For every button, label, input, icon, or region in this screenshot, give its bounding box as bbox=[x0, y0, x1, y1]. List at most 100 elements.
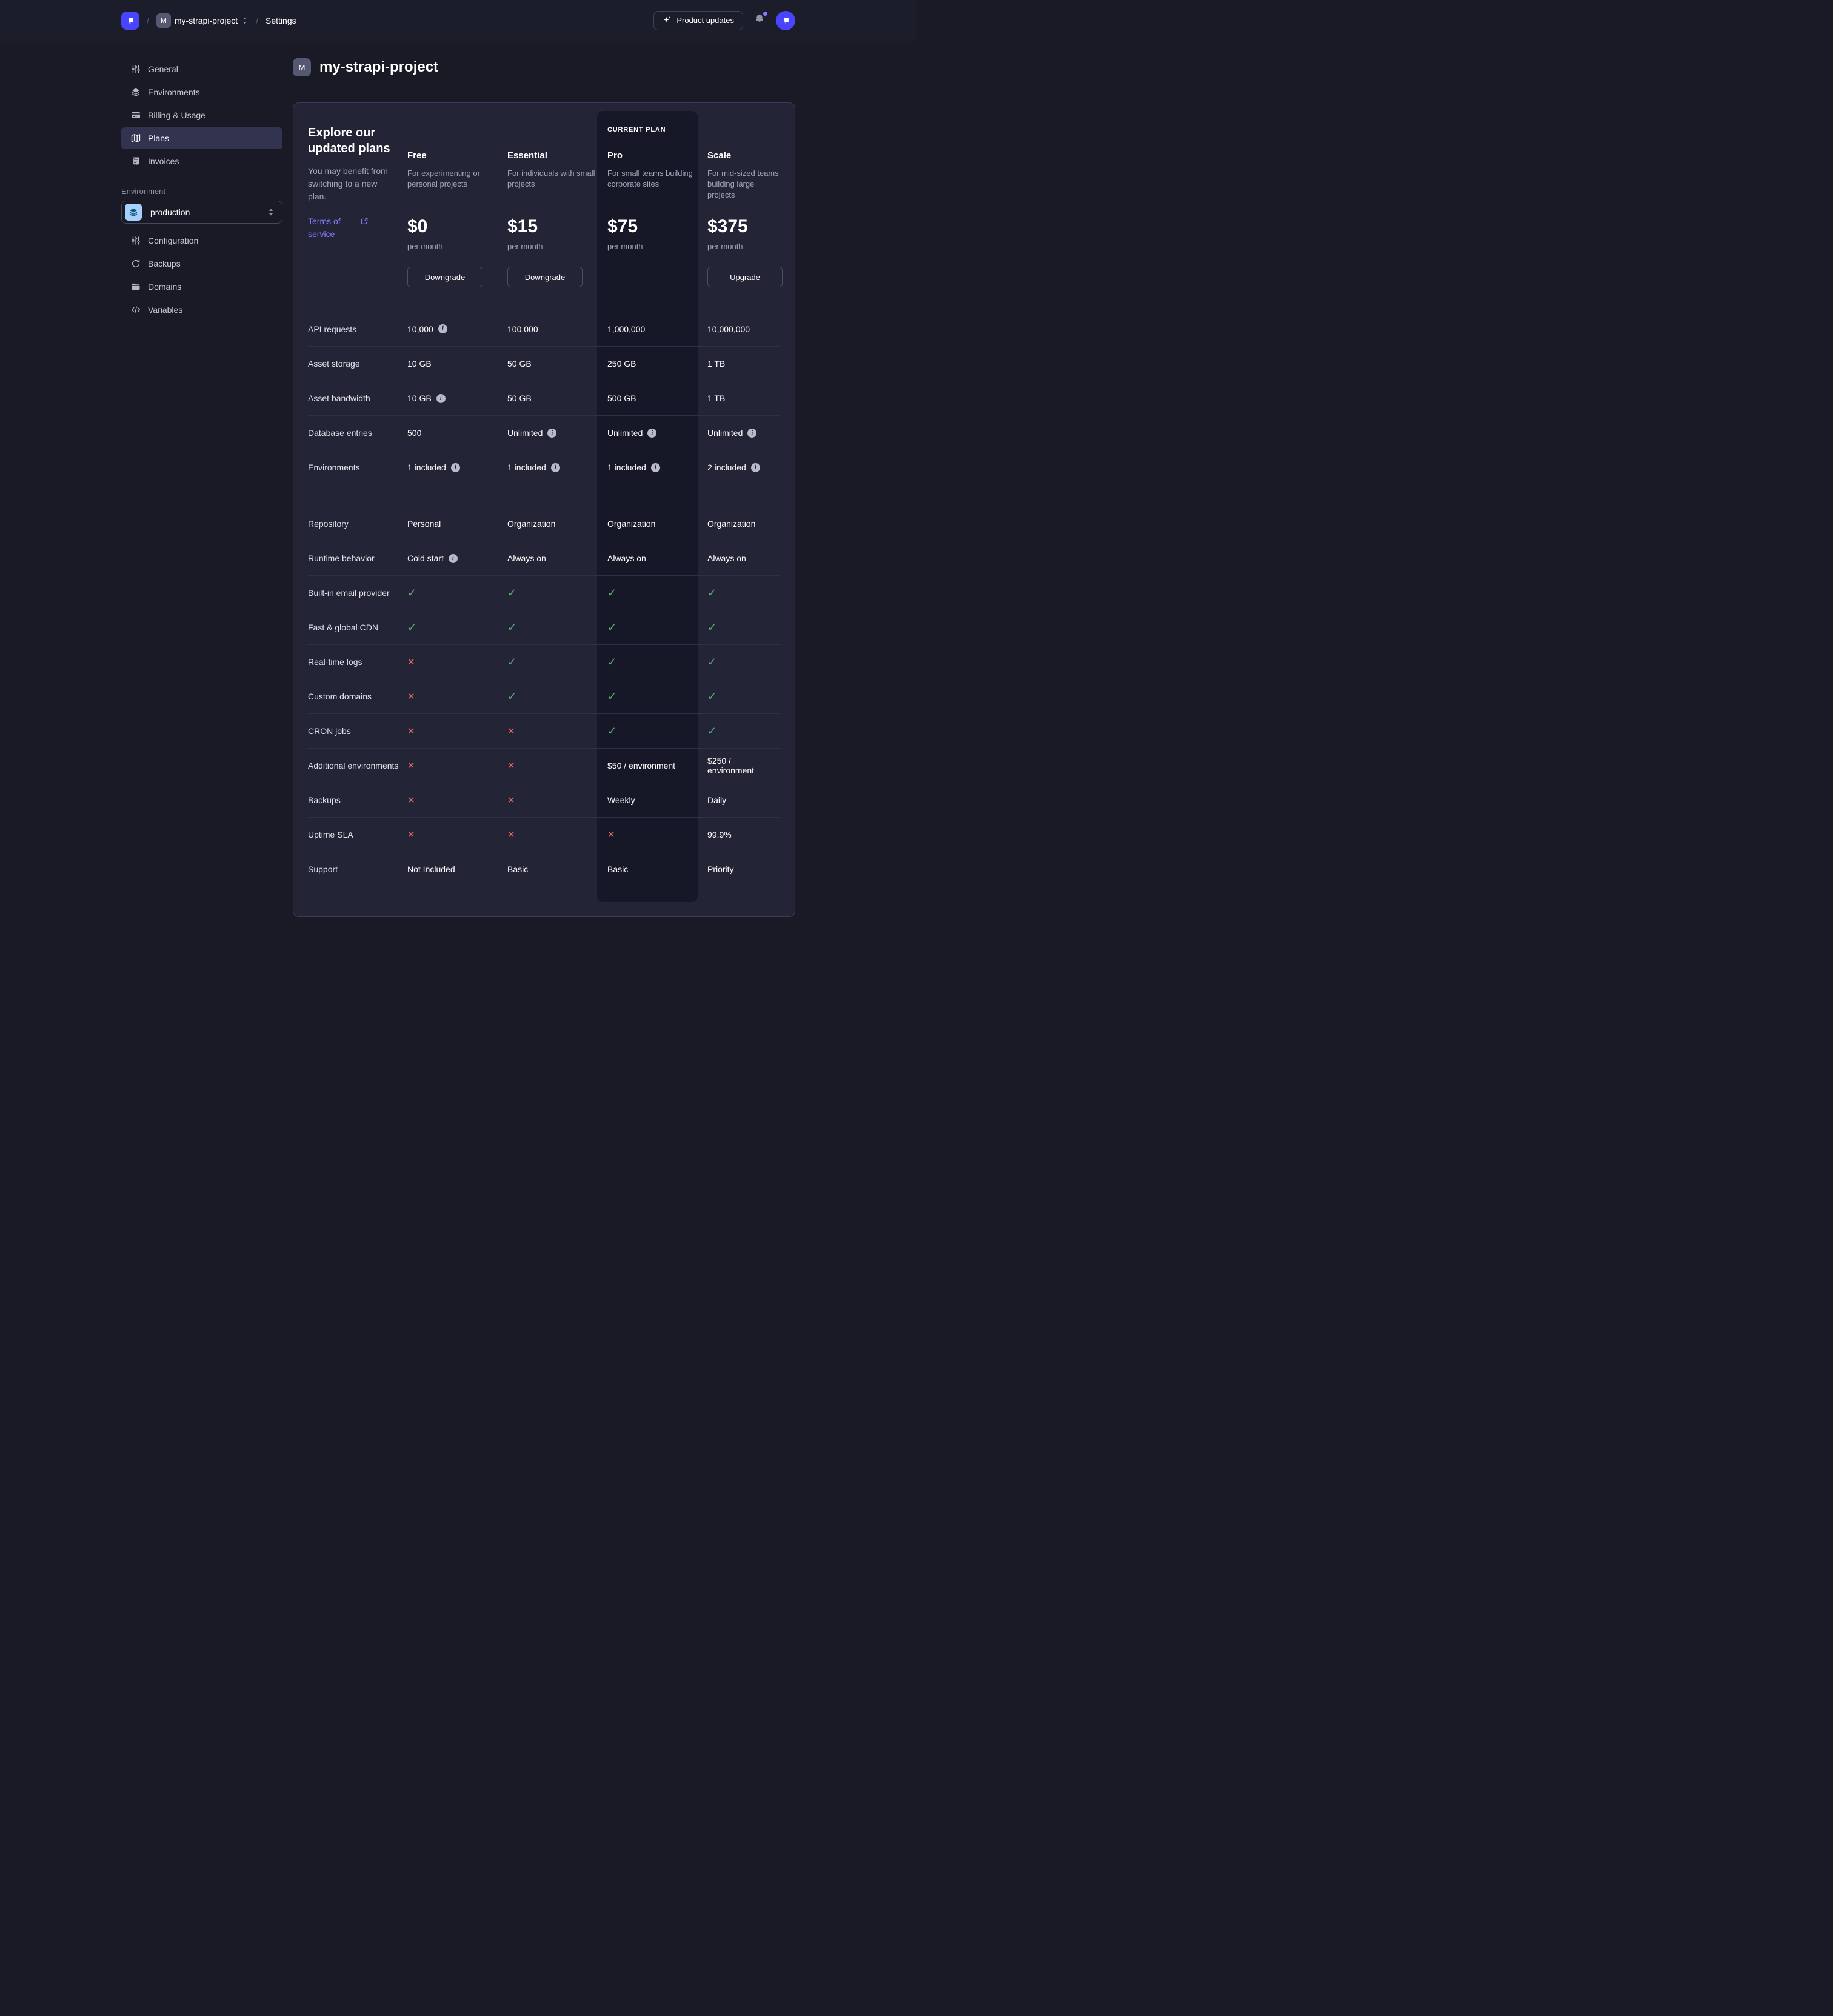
user-avatar[interactable] bbox=[776, 11, 795, 30]
breadcrumb-project-switcher[interactable]: M my-strapi-project bbox=[156, 13, 249, 28]
feature-cell: Unlimitedi bbox=[607, 428, 707, 438]
sidebar-item-variables[interactable]: Variables bbox=[121, 299, 282, 321]
feature-cell: ✕ bbox=[407, 829, 507, 840]
feature-value: $50 / environment bbox=[607, 761, 675, 770]
sidebar-item-backups[interactable]: Backups bbox=[121, 253, 282, 275]
scale-upgrade-button[interactable]: Upgrade bbox=[707, 267, 783, 287]
feature-cell: Always on bbox=[507, 553, 607, 563]
plan-price: $0 bbox=[407, 216, 498, 237]
layers-icon bbox=[131, 87, 141, 97]
info-icon[interactable]: i bbox=[451, 463, 460, 472]
info-icon[interactable]: i bbox=[547, 429, 556, 438]
feature-value: 10,000,000 bbox=[707, 324, 750, 334]
cross-icon: ✕ bbox=[407, 726, 415, 736]
check-icon: ✓ bbox=[607, 725, 616, 738]
check-icon: ✓ bbox=[707, 725, 716, 738]
environment-section-label: Environment bbox=[121, 187, 282, 196]
feature-value: Always on bbox=[507, 553, 546, 563]
plan-column-essential: EssentialFor individuals with small proj… bbox=[507, 125, 607, 287]
feature-cell: Daily bbox=[707, 795, 780, 805]
sidebar-item-domains[interactable]: Domains bbox=[121, 276, 282, 298]
info-icon[interactable]: i bbox=[436, 394, 446, 403]
sidebar-item-invoices[interactable]: Invoices bbox=[121, 150, 282, 172]
check-icon: ✓ bbox=[507, 656, 516, 669]
feature-value: 1 TB bbox=[707, 393, 725, 403]
feature-cell: Organization bbox=[607, 519, 707, 529]
plan-period: per month bbox=[507, 242, 598, 251]
feature-cell: 10 GB bbox=[407, 359, 507, 369]
feature-cell: ✓ bbox=[707, 690, 780, 703]
feature-label: Uptime SLA bbox=[308, 829, 407, 841]
plan-price: $15 bbox=[507, 216, 598, 237]
sidebar-item-environments[interactable]: Environments bbox=[121, 81, 282, 103]
feature-value: Basic bbox=[607, 864, 628, 874]
code-icon bbox=[131, 305, 141, 315]
info-icon[interactable]: i bbox=[651, 463, 660, 472]
feature-row-environments: Environments1 includedi1 includedi1 incl… bbox=[308, 450, 780, 484]
check-icon: ✓ bbox=[407, 587, 416, 599]
feature-cell: $250 / environment bbox=[707, 756, 780, 775]
plan-column-pro: ProFor small teams building corporate si… bbox=[607, 125, 707, 287]
info-icon[interactable]: i bbox=[747, 429, 756, 438]
info-icon[interactable]: i bbox=[551, 463, 560, 472]
plan-period: per month bbox=[407, 242, 498, 251]
feature-value: 1 included bbox=[407, 462, 446, 472]
sidebar-item-plans[interactable]: Plans bbox=[121, 127, 282, 149]
feature-value: Basic bbox=[507, 864, 528, 874]
check-icon: ✓ bbox=[607, 656, 616, 669]
feature-cell: Not Included bbox=[407, 864, 507, 874]
chevron-updown-icon bbox=[267, 208, 275, 216]
feature-cell: ✓ bbox=[407, 587, 507, 599]
refresh-icon bbox=[131, 259, 141, 269]
info-icon[interactable]: i bbox=[647, 429, 656, 438]
breadcrumb-settings[interactable]: Settings bbox=[265, 16, 296, 25]
cross-icon: ✕ bbox=[407, 795, 415, 806]
feature-value: Personal bbox=[407, 519, 441, 529]
sidebar-item-label: Domains bbox=[148, 282, 181, 292]
folder-icon bbox=[131, 282, 141, 292]
notification-dot bbox=[763, 12, 767, 16]
feature-cell: ✓ bbox=[507, 587, 607, 599]
strapi-logo[interactable] bbox=[121, 12, 139, 30]
check-icon: ✓ bbox=[607, 621, 616, 634]
plans-subheading: You may benefit from switching to a new … bbox=[308, 165, 396, 203]
feature-value: 100,000 bbox=[507, 324, 538, 334]
sidebar-item-billing-usage[interactable]: Billing & Usage bbox=[121, 104, 282, 126]
navbar-actions: Product updates bbox=[653, 11, 795, 30]
plan-column-free: FreeFor experimenting or personal projec… bbox=[407, 125, 507, 287]
sidebar-item-general[interactable]: General bbox=[121, 58, 282, 80]
check-icon: ✓ bbox=[507, 587, 516, 599]
terms-of-service-link[interactable]: Terms of service bbox=[308, 215, 356, 241]
info-icon[interactable]: i bbox=[438, 324, 447, 333]
check-icon: ✓ bbox=[607, 587, 616, 599]
feature-cell: ✓ bbox=[607, 656, 707, 669]
environment-select[interactable]: production bbox=[121, 201, 282, 224]
feature-cell: ✓ bbox=[607, 587, 707, 599]
feature-cell: ✓ bbox=[407, 621, 507, 634]
essential-downgrade-button[interactable]: Downgrade bbox=[507, 267, 583, 287]
free-downgrade-button[interactable]: Downgrade bbox=[407, 267, 482, 287]
feature-cell: 10,000i bbox=[407, 324, 507, 334]
cross-icon: ✕ bbox=[507, 760, 515, 771]
info-icon[interactable]: i bbox=[449, 554, 458, 563]
info-icon[interactable]: i bbox=[751, 463, 760, 472]
feature-value: 1,000,000 bbox=[607, 324, 645, 334]
feature-cell: Personal bbox=[407, 519, 507, 529]
check-icon: ✓ bbox=[707, 587, 716, 599]
check-icon: ✓ bbox=[707, 690, 716, 703]
product-updates-button[interactable]: Product updates bbox=[653, 11, 743, 30]
notifications-button[interactable] bbox=[754, 13, 765, 27]
plan-action-area: Upgrade bbox=[707, 267, 783, 287]
feature-row-built-in-email-provider: Built-in email provider✓✓✓✓ bbox=[308, 575, 780, 610]
feature-row-custom-domains: Custom domains✕✓✓✓ bbox=[308, 679, 780, 713]
feature-label: CRON jobs bbox=[308, 725, 407, 737]
plan-name: Free bbox=[407, 150, 498, 161]
feature-cell: Unlimitedi bbox=[507, 428, 607, 438]
feature-value: Priority bbox=[707, 864, 734, 874]
cross-icon: ✕ bbox=[407, 829, 415, 840]
credit-card-icon bbox=[131, 110, 141, 120]
feature-cell: ✕ bbox=[407, 656, 507, 667]
feature-cell: 1 TB bbox=[707, 359, 780, 369]
project-badge: M bbox=[156, 13, 171, 28]
sidebar-item-configuration[interactable]: Configuration bbox=[121, 230, 282, 252]
